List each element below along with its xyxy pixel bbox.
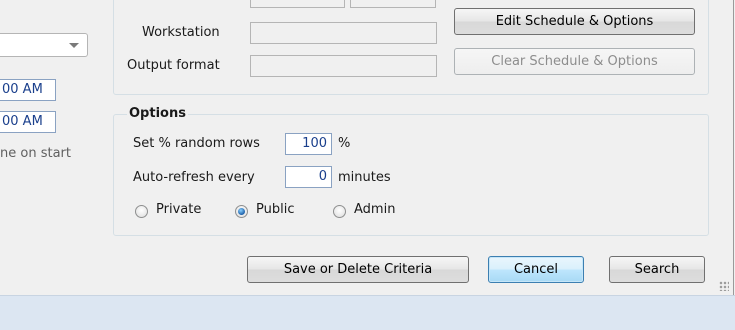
dialog-window: 00 AM 00 AM ne on start Workstation Outp… (0, 0, 734, 295)
edit-schedule-button[interactable]: Edit Schedule & Options (454, 8, 695, 35)
admin-radio-label: Admin (354, 202, 396, 217)
chevron-down-icon (69, 43, 79, 48)
options-title: Options (127, 106, 188, 121)
random-rows-label: Set % random rows (133, 136, 260, 151)
left-dropdown[interactable] (0, 33, 88, 57)
random-rows-unit: % (338, 136, 351, 151)
workstation-field (250, 22, 437, 44)
start-time-field[interactable]: 00 AM (0, 79, 56, 101)
status-strip (0, 295, 735, 330)
save-delete-criteria-button[interactable]: Save or Delete Criteria (247, 256, 469, 283)
search-button[interactable]: Search (609, 256, 705, 283)
auto-refresh-input[interactable]: 0 (285, 166, 332, 188)
output-format-label: Output format (127, 58, 220, 73)
auto-refresh-label: Auto-refresh every (133, 170, 255, 185)
end-time-field[interactable]: 00 AM (0, 111, 56, 133)
resize-grip-icon[interactable] (719, 281, 729, 291)
public-radio[interactable] (235, 205, 248, 218)
clear-schedule-button[interactable]: Clear Schedule & Options (454, 48, 695, 75)
cancel-button[interactable]: Cancel (488, 256, 584, 283)
private-radio[interactable] (135, 205, 148, 218)
private-radio-label: Private (156, 202, 202, 217)
random-rows-input[interactable]: 100 (285, 133, 332, 155)
workstation-label: Workstation (142, 25, 220, 40)
run-on-start-label: ne on start (0, 146, 71, 161)
top-field-2 (350, 0, 436, 8)
top-field-1 (250, 0, 345, 8)
auto-refresh-unit: minutes (338, 170, 391, 185)
admin-radio[interactable] (333, 205, 346, 218)
output-format-field (250, 55, 437, 77)
public-radio-label: Public (256, 202, 295, 217)
